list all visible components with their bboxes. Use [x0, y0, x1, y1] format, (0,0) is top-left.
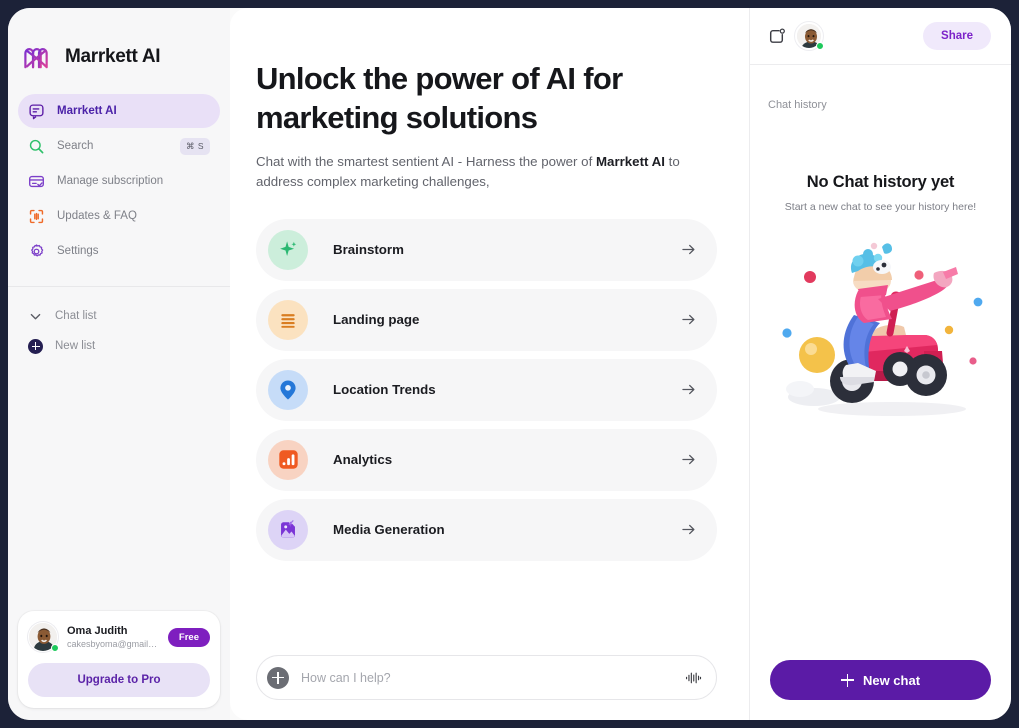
empty-state: No Chat history yet Start a new chat to …	[750, 111, 1011, 213]
sidebar-item-settings[interactable]: Settings	[18, 234, 220, 268]
sidebar-item-new-list[interactable]: New list	[18, 331, 220, 361]
main-panel: Unlock the power of AI for marketing sol…	[230, 8, 1011, 720]
sidebar-item-label: Search	[57, 140, 94, 152]
sidebar-item-updates-faq[interactable]: Updates & FAQ	[18, 199, 220, 233]
new-chat-wrapper: New chat	[750, 660, 1011, 720]
scan-frame-icon	[29, 209, 44, 223]
plus-circle-icon	[28, 338, 43, 354]
notification-square-icon[interactable]	[768, 27, 786, 45]
marrkett-logo-icon	[24, 48, 48, 69]
composer[interactable]	[256, 655, 717, 700]
share-button[interactable]: Share	[923, 22, 991, 50]
new-chat-label: New chat	[862, 672, 921, 688]
sparkle-icon	[268, 229, 308, 270]
empty-state-subtitle: Start a new chat to see your history her…	[784, 201, 977, 213]
brand-name: Marrkett AI	[65, 46, 161, 67]
upgrade-to-pro-button[interactable]: Upgrade to Pro	[28, 663, 210, 697]
arrow-right-icon	[682, 525, 695, 535]
chat-input[interactable]	[301, 670, 684, 685]
person-riding-pink-scooter-3d-illustration	[781, 242, 982, 416]
avatar[interactable]	[28, 622, 59, 652]
online-status-dot	[51, 644, 59, 652]
suggestion-cards: Brainstorm Landing page Location Trends …	[256, 218, 717, 561]
empty-state-title: No Chat history yet	[806, 173, 955, 191]
search-icon	[29, 139, 44, 153]
credit-card-check-icon	[29, 175, 44, 187]
sidebar-groups: Chat list New list	[8, 287, 230, 361]
app-window: Marrkett AI Marrkett AI Search ⌘ S Manag…	[8, 8, 1011, 720]
bar-chart-icon	[268, 439, 308, 480]
card-analytics[interactable]: Analytics	[256, 428, 717, 491]
gear-icon	[31, 243, 44, 256]
user-meta: Oma Judith cakesbyoma@gmail.com	[67, 625, 159, 649]
brand[interactable]: Marrkett AI	[8, 8, 230, 80]
subtitle-brand: Marrkett AI	[595, 153, 665, 169]
card-brainstorm[interactable]: Brainstorm	[256, 218, 717, 281]
card-label: Brainstorm	[333, 242, 404, 258]
sidebar-nav: Marrkett AI Search ⌘ S Manage subscripti…	[8, 80, 230, 269]
panel-header: Share	[750, 8, 1011, 65]
sidebar-item-marrkett-ai[interactable]: Marrkett AI	[18, 94, 220, 128]
waveform-icon[interactable]	[684, 669, 702, 687]
sidebar-item-label: Marrkett AI	[57, 105, 117, 117]
welcome-section: Unlock the power of AI for marketing sol…	[230, 8, 749, 720]
card-label: Analytics	[333, 452, 393, 468]
sidebar-group-label: New list	[55, 340, 96, 352]
arrow-right-icon	[682, 315, 695, 325]
sidebar-item-search[interactable]: Search ⌘ S	[18, 129, 220, 163]
header-avatar[interactable]	[795, 22, 824, 50]
card-location-trends[interactable]: Location Trends	[256, 358, 717, 421]
sidebar-item-chat-list[interactable]: Chat list	[18, 301, 220, 331]
plus-icon	[840, 673, 854, 687]
lines-icon	[268, 299, 308, 340]
chevron-down-icon	[30, 313, 41, 319]
card-label: Location Trends	[333, 382, 436, 398]
sidebar-item-label: Manage subscription	[57, 175, 164, 187]
card-landing-page[interactable]: Landing page	[256, 288, 717, 351]
add-attachment-button[interactable]	[267, 666, 289, 689]
plan-badge: Free	[167, 627, 210, 647]
composer-wrapper	[256, 641, 717, 720]
sidebar-item-label: Updates & FAQ	[57, 210, 137, 222]
subtitle-part1: Chat with the smartest sentient AI - Har…	[256, 153, 596, 169]
arrow-right-icon	[682, 245, 695, 255]
user-name: Oma Judith	[67, 625, 128, 637]
user-email: cakesbyoma@gmail.com	[67, 639, 159, 649]
illustration-wrapper	[750, 213, 1011, 660]
arrow-right-icon	[682, 455, 695, 465]
page-title: Unlock the power of AI for marketing sol…	[256, 61, 623, 135]
sidebar-item-manage-subscription[interactable]: Manage subscription	[18, 164, 220, 198]
map-pin-icon	[268, 369, 308, 410]
chat-history-label: Chat history	[768, 99, 827, 111]
page-subtitle: Chat with the smartest sentient AI - Har…	[256, 152, 711, 193]
chat-bubble-icon	[29, 103, 44, 119]
sidebar-group-label: Chat list	[55, 310, 97, 322]
sidebar-item-label: Settings	[57, 245, 99, 257]
online-status-dot	[816, 42, 824, 50]
chat-history-panel: Share Chat history No Chat history yet S…	[749, 8, 1011, 720]
sidebar: Marrkett AI Marrkett AI Search ⌘ S Manag…	[8, 8, 230, 720]
card-media-generation[interactable]: Media Generation	[256, 498, 717, 561]
image-sparkle-icon	[268, 509, 308, 550]
new-chat-button[interactable]: New chat	[770, 660, 991, 700]
card-label: Landing page	[333, 312, 420, 328]
user-row[interactable]: Oma Judith cakesbyoma@gmail.com Free	[28, 622, 210, 652]
card-label: Media Generation	[333, 522, 445, 538]
arrow-right-icon	[682, 385, 695, 395]
user-card: Oma Judith cakesbyoma@gmail.com Free Upg…	[18, 611, 220, 708]
search-shortcut-badge: ⌘ S	[179, 137, 210, 155]
